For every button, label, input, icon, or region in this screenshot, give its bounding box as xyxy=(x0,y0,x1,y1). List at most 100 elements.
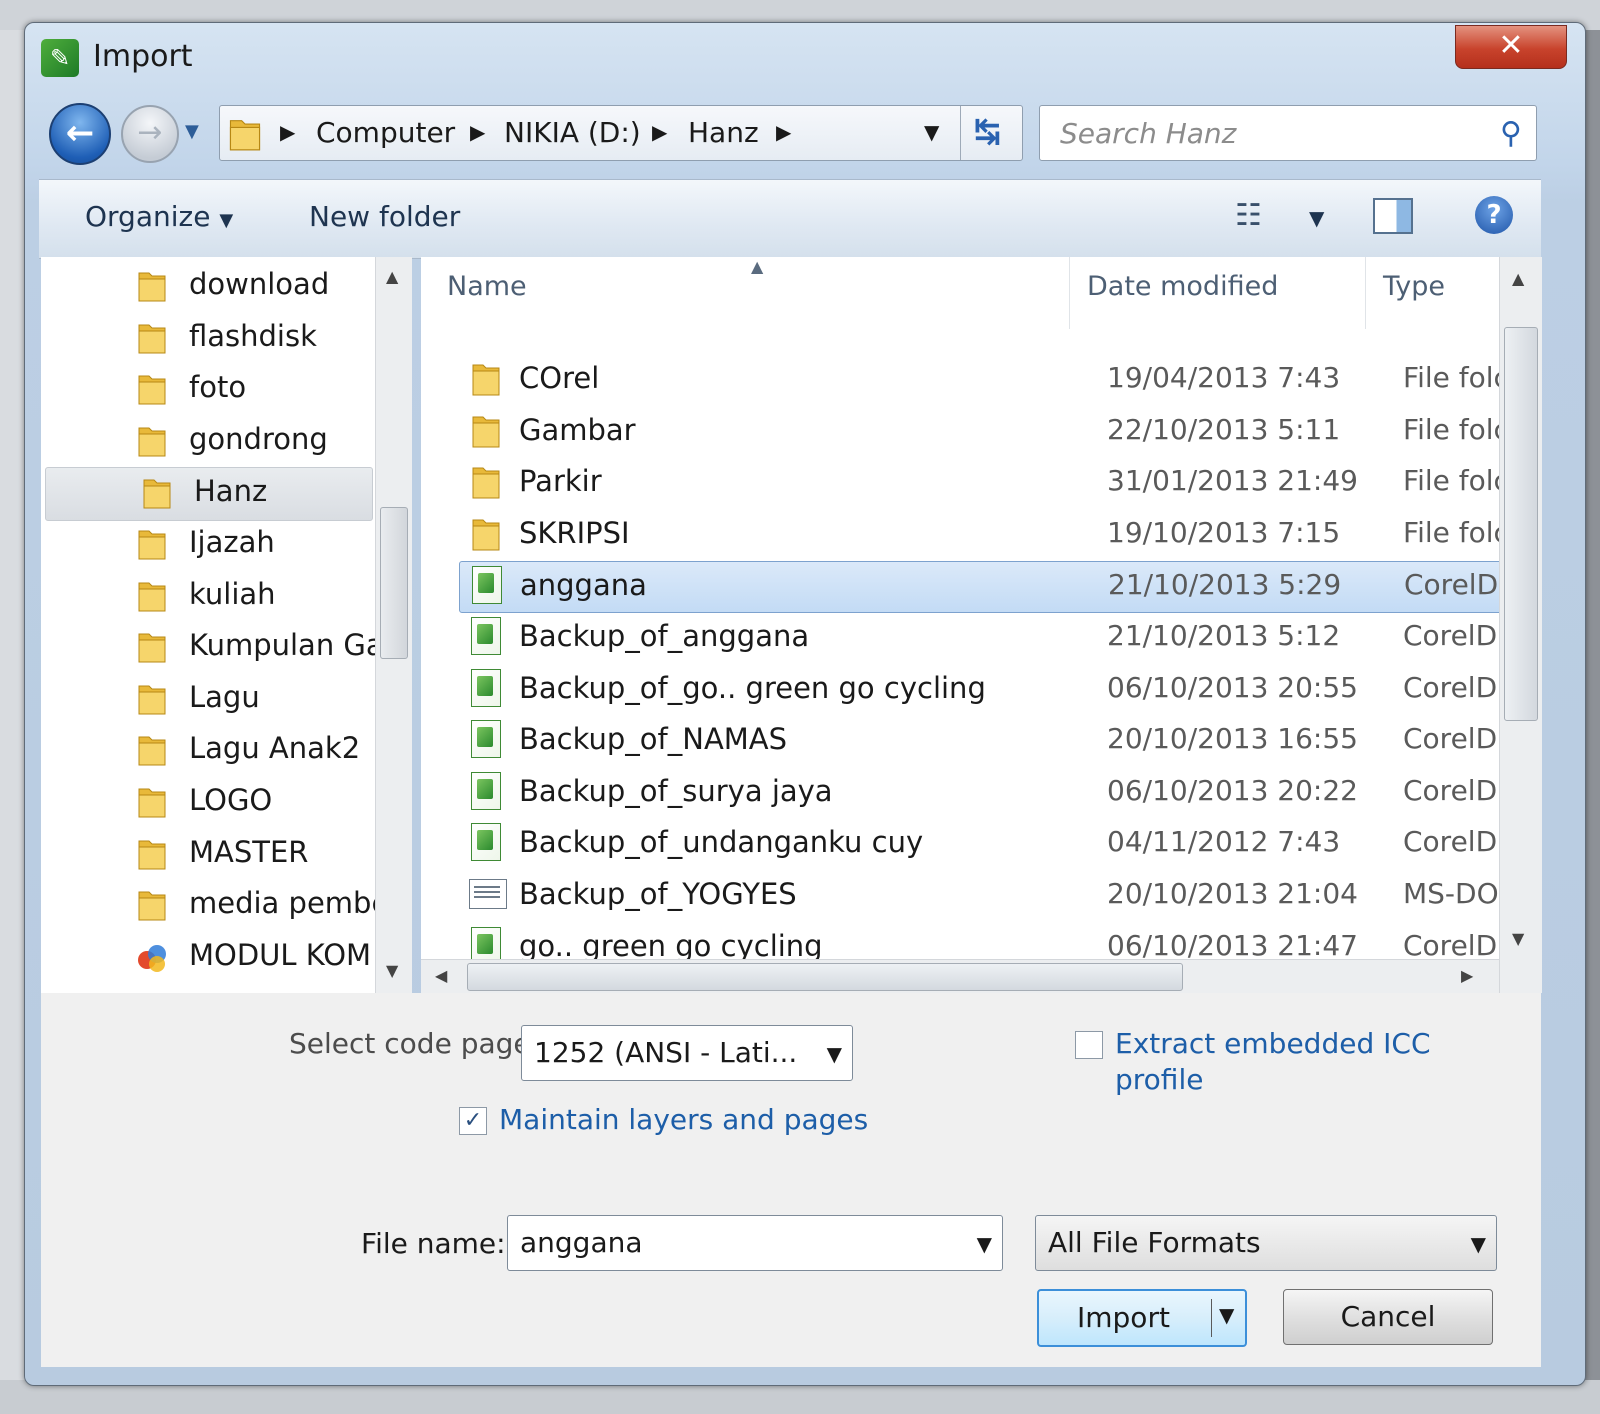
breadcrumb-separator-icon[interactable]: ▶ xyxy=(776,120,791,144)
scroll-up-arrow-icon[interactable]: ▲ xyxy=(386,267,398,286)
breadcrumb-separator-icon[interactable]: ▶ xyxy=(470,120,485,144)
navigation-scroll-thumb[interactable] xyxy=(380,507,408,659)
scroll-left-arrow-icon[interactable]: ◀ xyxy=(435,966,447,985)
folder-icon xyxy=(229,120,261,151)
breadcrumb-separator-icon[interactable]: ▶ xyxy=(652,120,667,144)
table-row[interactable]: Backup_of_YOGYES 20/10/2013 21:04 MS-DO: xyxy=(459,871,1499,921)
file-type: CorelDF xyxy=(1403,928,1499,962)
new-folder-button[interactable]: New folder xyxy=(309,200,460,233)
sidebar-item-gondrong[interactable]: gondrong xyxy=(41,416,371,468)
sidebar-item-kumpulan-ga[interactable]: Kumpulan Ga xyxy=(41,622,384,674)
table-row[interactable]: Backup_of_surya jaya 06/10/2013 20:22 Core… xyxy=(459,768,1499,818)
column-header-type[interactable]: Type xyxy=(1383,271,1445,302)
sidebar-item-label: Lagu xyxy=(189,679,260,714)
table-row[interactable]: COrel 19/04/2013 7:43 File folc xyxy=(459,355,1499,405)
preview-pane-icon[interactable] xyxy=(1373,198,1413,234)
forward-button[interactable]: → xyxy=(121,105,179,163)
coreldraw-file-icon xyxy=(472,566,502,605)
table-row[interactable]: Gambar 22/10/2013 5:11 File folc xyxy=(459,407,1499,457)
sidebar-item-ijazah[interactable]: Ijazah xyxy=(41,519,371,571)
file-list-vertical-scrollbar[interactable]: ▲ ▼ xyxy=(1499,257,1542,993)
sidebar-item-flashdisk[interactable]: flashdisk xyxy=(41,313,371,365)
file-name-value[interactable]: anggana xyxy=(520,1226,643,1259)
refresh-icon[interactable]: ↹ xyxy=(974,112,1001,150)
address-bar[interactable]: ▶ Computer ▶ NIKIA (D:) ▶ Hanz ▶ ▼ ↹ xyxy=(219,105,1023,161)
file-date-modified: 21/10/2013 5:12 xyxy=(1107,619,1341,652)
code-page-select[interactable]: 1252 (ANSI - Lati... ▼ xyxy=(521,1025,853,1081)
scroll-right-arrow-icon[interactable]: ▶ xyxy=(1461,966,1473,985)
navigation-scrollbar[interactable]: ▲ ▼ xyxy=(375,257,412,993)
import-button[interactable]: Import ▼ xyxy=(1037,1289,1247,1347)
import-dialog: ✎ Import ✕ ← → ▼ ▶ Computer ▶ NIKIA (D:)… xyxy=(24,22,1586,1386)
coreldraw-file-icon xyxy=(471,720,501,759)
sidebar-item-media-pembe[interactable]: media pembe xyxy=(41,880,389,932)
file-type-select[interactable]: All File Formats ▼ xyxy=(1035,1215,1497,1271)
back-button[interactable]: ← xyxy=(49,103,111,165)
sidebar-item-lagu[interactable]: Lagu xyxy=(41,674,371,726)
file-name-input[interactable]: anggana ▼ xyxy=(507,1215,1003,1271)
scroll-up-arrow-icon[interactable]: ▲ xyxy=(1512,269,1524,288)
file-type: CorelDF xyxy=(1403,722,1499,756)
scroll-down-arrow-icon[interactable]: ▼ xyxy=(1512,929,1524,948)
address-history-dropdown-icon[interactable]: ▼ xyxy=(924,120,939,144)
view-options-dropdown-icon[interactable]: ▼ xyxy=(1309,206,1324,230)
folder-icon xyxy=(472,364,500,396)
scroll-down-arrow-icon[interactable]: ▼ xyxy=(386,961,398,980)
change-view-icon[interactable]: ☷ xyxy=(1235,198,1262,233)
file-list-vertical-thumb[interactable] xyxy=(1504,327,1538,721)
chevron-down-icon[interactable]: ▼ xyxy=(977,1232,992,1256)
extract-icc-label-line2[interactable]: profile xyxy=(1115,1063,1203,1096)
table-row[interactable]: Backup_of_undanganku cuy 04/11/2012 7:43 C… xyxy=(459,819,1499,869)
coreldraw-app-icon: ✎ xyxy=(41,39,79,77)
table-row[interactable]: SKRIPSI 19/10/2013 7:15 File folc xyxy=(459,510,1499,560)
chevron-down-icon: ▼ xyxy=(1470,1232,1486,1256)
import-options-dropdown-icon[interactable]: ▼ xyxy=(1219,1303,1234,1327)
table-row[interactable]: anggana 21/10/2013 5:29 CorelDF xyxy=(459,561,1499,614)
sidebar-item-lagu-anak2[interactable]: Lagu Anak2 xyxy=(41,725,371,777)
breadcrumb-hanz[interactable]: Hanz xyxy=(688,116,759,149)
extract-icc-label[interactable]: Extract embedded ICC xyxy=(1115,1027,1431,1060)
column-header-name[interactable]: Name xyxy=(447,271,527,302)
recent-locations-dropdown-icon[interactable]: ▼ xyxy=(185,121,199,142)
sidebar-item-master[interactable]: MASTER xyxy=(41,829,371,881)
help-icon[interactable]: ? xyxy=(1475,196,1513,234)
column-header-date-modified[interactable]: Date modified xyxy=(1087,271,1278,302)
folder-icon xyxy=(472,467,500,499)
file-list-horizontal-thumb[interactable] xyxy=(467,963,1183,991)
table-row[interactable]: Backup_of_anggana 21/10/2013 5:12 CorelDF xyxy=(459,613,1499,663)
table-row[interactable]: Backup_of_NAMAS 20/10/2013 16:55 CorelDF xyxy=(459,716,1499,766)
maintain-layers-label[interactable]: Maintain layers and pages xyxy=(499,1103,868,1136)
maintain-layers-checkbox[interactable]: ✓ xyxy=(459,1107,487,1135)
breadcrumb-drive[interactable]: NIKIA (D:) xyxy=(504,116,641,149)
sidebar-item-modul-kom[interactable]: MODUL KOM xyxy=(41,932,371,984)
sidebar-item-hanz[interactable]: Hanz xyxy=(45,467,373,522)
sidebar-item-kuliah[interactable]: kuliah xyxy=(41,571,371,623)
breadcrumb-separator-icon[interactable]: ▶ xyxy=(280,120,295,144)
sidebar-item-logo[interactable]: LOGO xyxy=(41,777,371,829)
file-type: CorelDF xyxy=(1403,619,1499,652)
breadcrumb-computer[interactable]: Computer xyxy=(316,116,455,149)
chevron-down-icon: ▼ xyxy=(219,210,234,231)
search-icon[interactable]: ⚲ xyxy=(1500,116,1522,151)
code-page-value: 1252 (ANSI - Lati... xyxy=(534,1036,798,1069)
split-divider xyxy=(1211,1299,1212,1337)
sidebar-item-foto[interactable]: foto xyxy=(41,364,371,416)
sidebar-item-download[interactable]: download xyxy=(41,261,371,313)
folder-icon xyxy=(138,582,166,612)
file-date-modified: 04/11/2012 7:43 xyxy=(1107,825,1341,859)
column-separator[interactable] xyxy=(1069,257,1070,329)
file-list-horizontal-scrollbar[interactable]: ◀ ▶ xyxy=(421,959,1499,994)
cancel-button[interactable]: Cancel xyxy=(1283,1289,1493,1345)
column-separator[interactable] xyxy=(1365,257,1366,329)
office-icon xyxy=(138,944,166,972)
search-input[interactable]: Search Hanz xyxy=(1060,117,1236,150)
file-name: anggana xyxy=(520,568,647,603)
folder-icon xyxy=(138,736,166,766)
table-row[interactable]: Parkir 31/01/2013 21:49 File folc xyxy=(459,458,1499,508)
folder-icon xyxy=(138,633,166,663)
search-box[interactable]: Search Hanz ⚲ xyxy=(1039,105,1537,161)
organize-menu[interactable]: Organize ▼ xyxy=(85,200,233,233)
close-button[interactable]: ✕ xyxy=(1455,25,1567,69)
table-row[interactable]: Backup_of_go.. green go cycling 06/10/201… xyxy=(459,665,1499,715)
extract-icc-checkbox[interactable] xyxy=(1075,1031,1103,1059)
